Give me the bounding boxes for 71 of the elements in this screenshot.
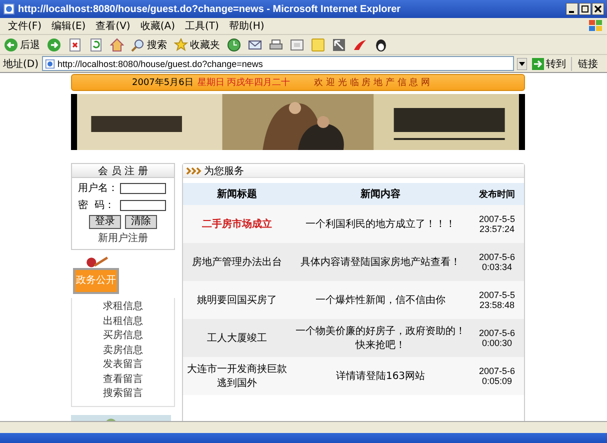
home-icon bbox=[110, 38, 124, 52]
password-field[interactable] bbox=[120, 200, 166, 210]
nav-link[interactable]: 出租信息 bbox=[72, 314, 174, 329]
refresh-icon bbox=[89, 38, 103, 52]
windows-logo-icon bbox=[589, 20, 603, 32]
panel-title: 为您服务 bbox=[204, 164, 244, 178]
address-label: 地址(D) bbox=[3, 58, 39, 70]
news-title-link[interactable]: 姚明要回国买房了 bbox=[183, 281, 291, 319]
nav-link[interactable]: 求租信息 bbox=[72, 300, 174, 314]
menu-item[interactable]: 查看(V) bbox=[92, 19, 134, 33]
envelope-icon bbox=[248, 38, 262, 52]
nav-link[interactable]: 查看留言 bbox=[72, 372, 174, 387]
table-cell: 详情请登陆163网站 bbox=[291, 357, 470, 395]
table-cell: 一个爆炸性新闻，信不信由你 bbox=[291, 281, 470, 319]
weekday-text: 星期日 丙戌年四月二十 bbox=[197, 76, 290, 89]
maximize-icon[interactable] bbox=[579, 3, 591, 15]
news-title-link[interactable]: 工人大厦竣工 bbox=[183, 319, 291, 357]
window-title: http://localhost:8080/house/guest.do?change=news - Microsoft Internet Explorer bbox=[18, 4, 401, 14]
menu-item[interactable]: 文件(F) bbox=[4, 19, 46, 33]
go-button[interactable]: 转到 bbox=[530, 56, 568, 70]
minimize-icon[interactable] bbox=[566, 3, 578, 15]
arrow-icon bbox=[532, 58, 544, 70]
table-cell: 一个利国利民的地方成立了！！！ bbox=[291, 205, 470, 243]
address-field[interactable]: http://localhost:8080/house/guest.do?change=news bbox=[42, 56, 514, 71]
nav-link[interactable]: 发表留言 bbox=[72, 358, 174, 372]
menu-item[interactable]: 收藏(A) bbox=[136, 19, 179, 33]
dropdown-arrow-icon[interactable] bbox=[517, 58, 527, 70]
field-label: 密 码： bbox=[78, 198, 116, 212]
page-icon bbox=[44, 58, 55, 68]
menu-item[interactable]: 帮助(H) bbox=[224, 19, 268, 33]
close-icon[interactable] bbox=[592, 3, 604, 15]
toolbar-button[interactable] bbox=[225, 36, 243, 52]
nav-link[interactable]: 买房信息 bbox=[72, 329, 174, 344]
table-cell: 2007-5-5 23:58:48 bbox=[470, 281, 524, 319]
news-title-link[interactable]: 二手房市场成立 bbox=[183, 205, 291, 243]
table-cell: 一个物美价廉的好房子，政府资助的！快来抢吧！ bbox=[291, 319, 470, 357]
panel-title: 会 员 注 册 bbox=[72, 164, 174, 178]
nav-link[interactable]: 卖房信息 bbox=[72, 344, 174, 358]
table-cell: 2007-5-6 0:05:09 bbox=[470, 357, 524, 395]
search-icon bbox=[131, 38, 145, 52]
column-header: 新闻内容 bbox=[291, 183, 470, 205]
column-header: 发布时间 bbox=[470, 183, 524, 205]
table-cell: 2007-5-5 23:57:24 bbox=[470, 205, 524, 243]
links-button[interactable]: 链接 bbox=[571, 56, 604, 70]
window-icon bbox=[290, 38, 304, 52]
welcome-text: 欢 迎 光 临 房 地 产 信 息 网 bbox=[314, 76, 430, 89]
username-field[interactable] bbox=[120, 182, 166, 194]
date-text: 2007年5月6日 bbox=[132, 76, 194, 89]
table-cell: 2007-5-6 0:03:34 bbox=[470, 243, 524, 281]
page-icon bbox=[3, 3, 15, 15]
stop-icon bbox=[68, 38, 82, 52]
cursor-icon bbox=[332, 38, 346, 52]
table-cell: 具体内容请登陆国家房地产站查看！ bbox=[291, 243, 470, 281]
toolbar-button[interactable]: 搜索 bbox=[129, 36, 169, 52]
toolbar-button[interactable]: 收藏夹 bbox=[172, 36, 222, 52]
star-icon bbox=[174, 38, 188, 52]
form-button[interactable]: 登录 bbox=[89, 215, 121, 229]
column-header: 新闻标题 bbox=[183, 183, 291, 205]
menu-item[interactable]: 编辑(E) bbox=[48, 19, 90, 33]
form-button[interactable]: 清除 bbox=[125, 215, 157, 229]
news-title-link[interactable]: 房地产管理办法出台 bbox=[183, 243, 291, 281]
nav-link[interactable]: 搜索留言 bbox=[72, 387, 174, 402]
toolbar-button[interactable]: 后退 bbox=[2, 36, 42, 52]
menu-item[interactable]: 工具(T) bbox=[181, 19, 223, 33]
field-label: 用户名： bbox=[78, 182, 118, 195]
note-icon bbox=[311, 38, 325, 52]
chevrons-icon bbox=[186, 166, 202, 174]
register-link[interactable]: 新用户注册 bbox=[98, 233, 148, 244]
news-title-link[interactable]: 大连市一开发商挟巨款逃到国外 bbox=[183, 357, 291, 395]
table-cell: 2007-5-6 0:00:30 bbox=[470, 319, 524, 357]
printer-icon bbox=[269, 38, 283, 52]
